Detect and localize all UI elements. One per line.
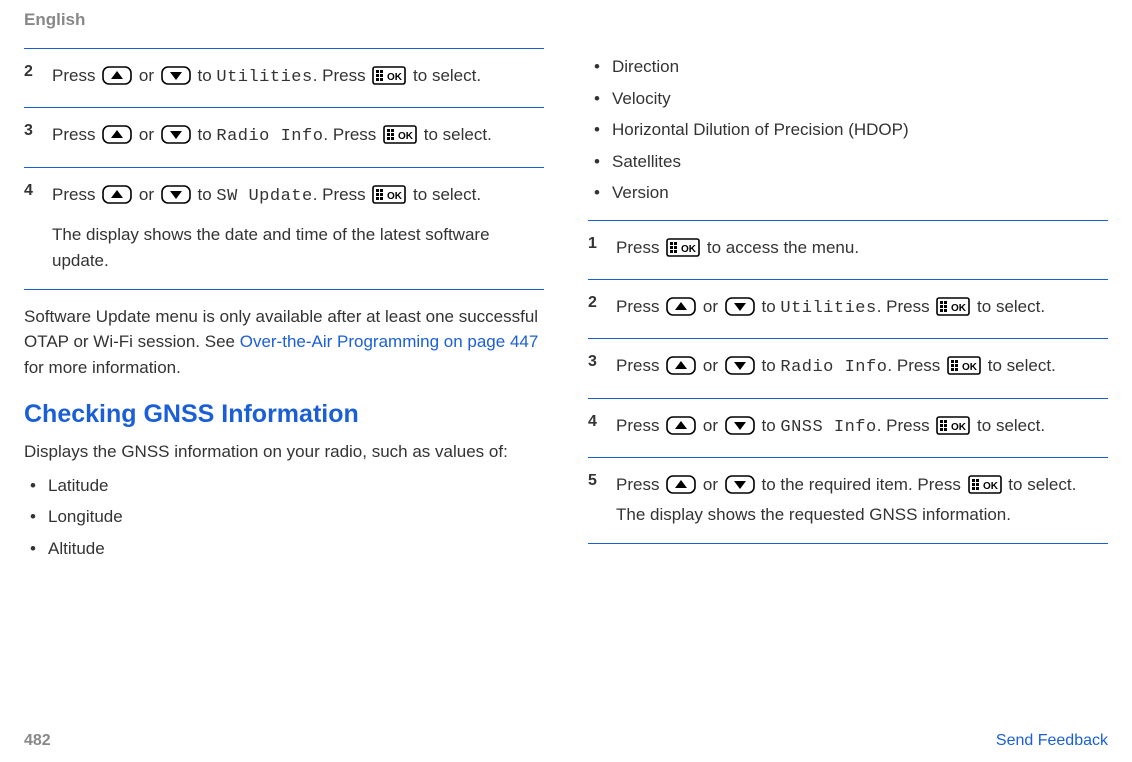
up-arrow-icon	[102, 125, 132, 152]
otap-link[interactable]: Over-the-Air Programming on page 447	[240, 332, 539, 351]
svg-text:OK: OK	[951, 422, 967, 433]
up-arrow-icon	[102, 185, 132, 212]
page-number: 482	[24, 732, 51, 750]
right-column: Direction Velocity Horizontal Dilution of …	[588, 48, 1108, 567]
menu-item-gnss-info: GNSS Info	[780, 418, 876, 437]
step-body: Press or to Radio Info. Press OK to sele…	[52, 122, 544, 152]
menu-item-utilities: Utilities	[780, 299, 876, 318]
step-body: Press or to Utilities. Press OK to selec…	[52, 63, 544, 93]
menu-ok-icon: OK	[936, 297, 970, 324]
menu-ok-icon: OK	[372, 66, 406, 93]
menu-ok-icon: OK	[936, 416, 970, 443]
bullet-item: Satellites	[588, 149, 1108, 175]
bullet-item: Altitude	[24, 536, 544, 562]
step-result: The display shows the date and time of t…	[52, 222, 544, 275]
step-body: Press or to the required item. Press OK …	[616, 472, 1108, 529]
down-arrow-icon	[725, 475, 755, 502]
step-instruction: Press or to the required item. Press OK …	[616, 472, 1108, 529]
step-instruction: Press or to SW Update. Press OK to selec…	[52, 182, 544, 212]
bullet-item: Version	[588, 180, 1108, 206]
language-header: English	[24, 10, 1108, 30]
step-number: 5	[588, 472, 616, 529]
software-update-note: Software Update menu is only available a…	[24, 304, 544, 381]
bullet-list-right: Direction Velocity Horizontal Dilution of …	[588, 54, 1108, 206]
page-footer: 482 Send Feedback	[24, 732, 1108, 750]
svg-text:OK: OK	[983, 481, 999, 492]
menu-ok-icon: OK	[383, 125, 417, 152]
menu-ok-icon: OK	[372, 185, 406, 212]
step-instruction: Press or to Utilities. Press OK to selec…	[616, 294, 1108, 324]
menu-ok-icon: OK	[666, 238, 700, 265]
step-4: 4Press or to SW Update. Press OK to sele…	[24, 167, 544, 290]
bullet-item: Longitude	[24, 504, 544, 530]
left-column: 2Press or to Utilities. Press OK to sele…	[24, 48, 544, 567]
step-3: 3Press or to Radio Info. Press OK to sel…	[588, 338, 1108, 397]
down-arrow-icon	[161, 66, 191, 93]
menu-ok-icon: OK	[947, 356, 981, 383]
section-title-gnss: Checking GNSS Information	[24, 400, 544, 429]
up-arrow-icon	[102, 66, 132, 93]
up-arrow-icon	[666, 416, 696, 443]
down-arrow-icon	[725, 356, 755, 383]
step-2: 2Press or to Utilities. Press OK to sele…	[24, 48, 544, 107]
step-instruction: Press OK to access the menu.	[616, 235, 1108, 265]
step-4: 4Press or to GNSS Info. Press OK to sele…	[588, 398, 1108, 457]
menu-item-radio-info: Radio Info	[216, 127, 323, 146]
svg-text:OK: OK	[387, 72, 403, 83]
step-5: 5Press or to the required item. Press OK…	[588, 457, 1108, 544]
step-number: 2	[588, 294, 616, 324]
step-number: 4	[24, 182, 52, 275]
step-instruction: Press or to Utilities. Press OK to selec…	[52, 63, 544, 93]
down-arrow-icon	[725, 416, 755, 443]
step-instruction: Press or to Radio Info. Press OK to sele…	[616, 353, 1108, 383]
step-body: Press OK to access the menu.	[616, 235, 1108, 265]
step-body: Press or to Utilities. Press OK to selec…	[616, 294, 1108, 324]
bullet-item: Latitude	[24, 473, 544, 499]
bullet-item: Direction	[588, 54, 1108, 80]
step-body: Press or to SW Update. Press OK to selec…	[52, 182, 544, 275]
step-3: 3Press or to Radio Info. Press OK to sel…	[24, 107, 544, 166]
svg-text:OK: OK	[387, 191, 403, 202]
bullet-list-left: Latitude Longitude Altitude	[24, 473, 544, 562]
section-intro: Displays the GNSS information on your ra…	[24, 439, 544, 465]
svg-text:OK: OK	[962, 362, 978, 373]
up-arrow-icon	[666, 356, 696, 383]
step-body: Press or to GNSS Info. Press OK to selec…	[616, 413, 1108, 443]
up-arrow-icon	[666, 297, 696, 324]
bullet-item: Horizontal Dilution of Precision (HDOP)	[588, 117, 1108, 143]
down-arrow-icon	[725, 297, 755, 324]
step-1: 1Press OK to access the menu.	[588, 220, 1108, 279]
step-body: Press or to Radio Info. Press OK to sele…	[616, 353, 1108, 383]
up-arrow-icon	[666, 475, 696, 502]
step-number: 2	[24, 63, 52, 93]
svg-text:OK: OK	[398, 131, 414, 142]
step-number: 1	[588, 235, 616, 265]
menu-item-utilities: Utilities	[216, 68, 312, 87]
step-instruction: Press or to GNSS Info. Press OK to selec…	[616, 413, 1108, 443]
svg-text:OK: OK	[681, 244, 697, 255]
menu-ok-icon: OK	[968, 475, 1002, 502]
send-feedback-link[interactable]: Send Feedback	[996, 732, 1108, 750]
note-post: for more information.	[24, 358, 181, 377]
step-number: 4	[588, 413, 616, 443]
step-2: 2Press or to Utilities. Press OK to sele…	[588, 279, 1108, 338]
menu-item-radio-info: Radio Info	[780, 358, 887, 377]
svg-text:OK: OK	[951, 303, 967, 314]
step-instruction: Press or to Radio Info. Press OK to sele…	[52, 122, 544, 152]
menu-item-sw-update: SW Update	[216, 187, 312, 206]
bullet-item: Velocity	[588, 86, 1108, 112]
down-arrow-icon	[161, 185, 191, 212]
step-number: 3	[588, 353, 616, 383]
step-number: 3	[24, 122, 52, 152]
down-arrow-icon	[161, 125, 191, 152]
